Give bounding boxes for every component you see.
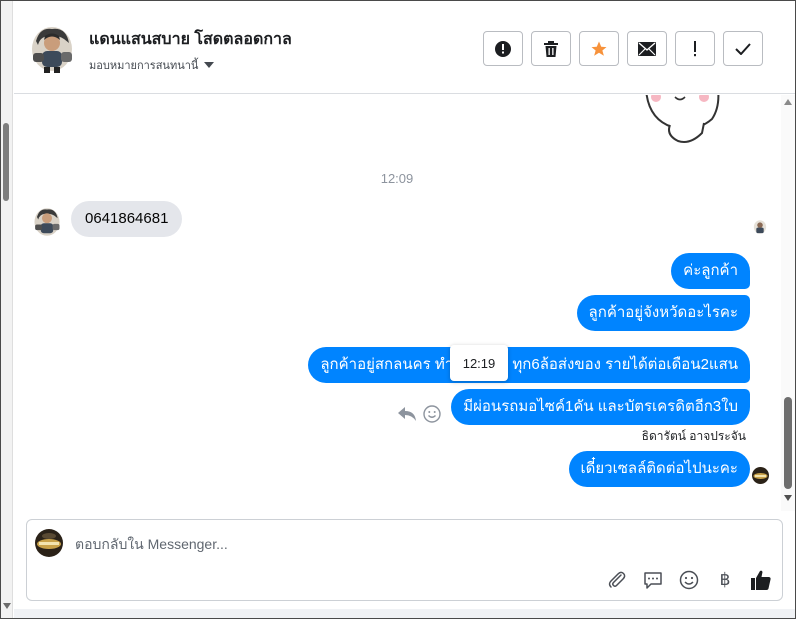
reply-composer: ฿ xyxy=(26,519,783,601)
star-icon xyxy=(591,41,607,56)
attach-button[interactable] xyxy=(605,568,629,592)
outgoing-message-bubble[interactable]: ลูกค้าอยู่จังหวัดอะไรคะ xyxy=(576,295,750,331)
message-thread[interactable]: 12:09 0641864681 ค่ะลูกค้า ลูกค้าอยู่จัง… xyxy=(14,95,780,511)
delete-button[interactable] xyxy=(531,31,571,66)
outgoing-message-bubble[interactable]: ค่ะลูกค้า xyxy=(671,253,750,289)
page-admin-name: ธิดารัตน์ อาจประจัน xyxy=(641,429,746,443)
incoming-message-bubble[interactable]: 0641864681 xyxy=(71,201,183,237)
alert-circle-icon xyxy=(495,40,511,57)
chevron-down-icon xyxy=(204,62,215,68)
contact-avatar[interactable] xyxy=(28,23,76,75)
bottom-scrollbar[interactable] xyxy=(14,609,795,618)
follow-up-button[interactable] xyxy=(675,31,715,66)
like-button[interactable] xyxy=(749,568,773,592)
page-avatar xyxy=(35,529,63,557)
contact-name: แดนแสนสบาย โสดตลอดกาล xyxy=(89,31,292,48)
outgoing-message-bubble[interactable]: เดี๋ยวเซลล์ติดต่อไปนะคะ xyxy=(568,451,750,487)
scroll-down-arrow-icon[interactable] xyxy=(784,495,792,501)
seen-avatar xyxy=(752,467,769,484)
saved-replies-button[interactable] xyxy=(641,568,665,592)
baht-icon: ฿ xyxy=(719,570,731,590)
message-time-tooltip: 12:19 xyxy=(450,345,508,381)
star-button[interactable] xyxy=(579,31,619,66)
check-icon xyxy=(735,42,751,55)
scroll-up-arrow-icon[interactable] xyxy=(784,99,792,105)
outer-scrollbar-thumb[interactable] xyxy=(3,123,9,201)
chat-bubble-icon xyxy=(644,572,662,589)
mark-spam-button[interactable] xyxy=(483,31,523,66)
composer-tools: ฿ xyxy=(605,568,773,592)
contact-avatar-small xyxy=(32,205,62,239)
outgoing-message-bubble[interactable]: มีผ่อนรถมอไซค์1คัน และบัตรเครดิตอีก3ใบ xyxy=(451,389,750,425)
paperclip-icon xyxy=(608,571,626,588)
smiley-icon xyxy=(679,570,699,590)
reply-icon[interactable] xyxy=(397,405,417,423)
envelope-icon xyxy=(638,41,656,56)
header-actions xyxy=(483,31,763,66)
thread-scrollbar[interactable] xyxy=(781,95,795,511)
conversation-header: แดนแสนสบาย โสดตลอดกาล มอบหมายการสนทนานี้ xyxy=(14,1,795,94)
mark-unread-button[interactable] xyxy=(627,31,667,66)
read-receipt-avatar xyxy=(752,219,768,235)
message-hover-actions xyxy=(397,405,441,423)
emoji-react-icon[interactable] xyxy=(423,405,441,423)
messenger-conversation-window: แดนแสนสบาย โสดตลอดกาล มอบหมายการสนทนานี้ xyxy=(0,0,796,619)
outer-scrollbar[interactable] xyxy=(1,1,13,618)
mark-done-button[interactable] xyxy=(723,31,763,66)
thread-scrollbar-thumb[interactable] xyxy=(784,397,792,489)
payment-button[interactable]: ฿ xyxy=(713,568,737,592)
scroll-down-arrow-icon[interactable] xyxy=(3,603,11,609)
sticker-image xyxy=(642,95,722,149)
outgoing-message-bubble[interactable]: ลูกค้าอยู่สกลนคร ทำอาชีพรับ ทุก6ล้อส่งขอ… xyxy=(308,347,750,383)
trash-icon xyxy=(544,40,558,57)
thumbs-up-icon xyxy=(751,570,771,590)
assign-label: มอบหมายการสนทนานี้ xyxy=(89,60,199,72)
reply-input[interactable] xyxy=(75,534,595,554)
exclamation-icon xyxy=(694,40,696,56)
assign-conversation-dropdown[interactable]: มอบหมายการสนทนานี้ xyxy=(89,56,215,74)
message-timestamp: 12:09 xyxy=(380,171,414,186)
emoji-button[interactable] xyxy=(677,568,701,592)
